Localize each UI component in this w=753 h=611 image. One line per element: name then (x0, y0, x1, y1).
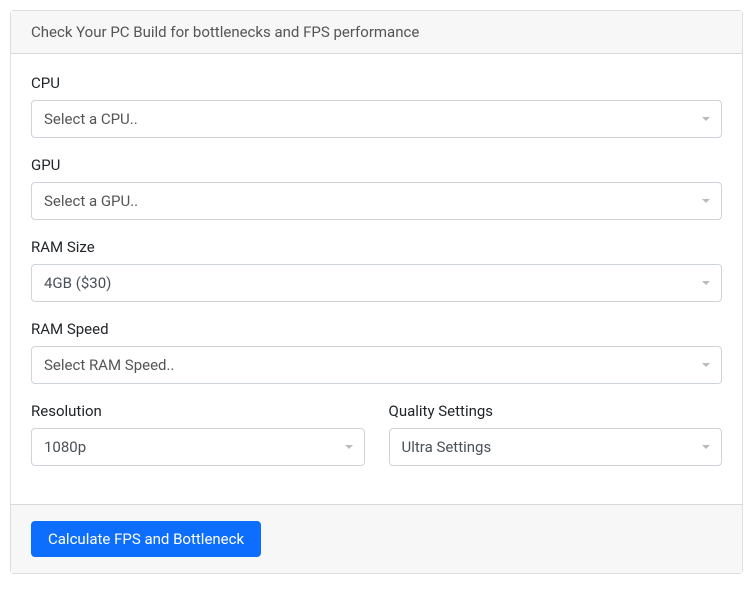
gpu-select-value: Select a GPU.. (44, 192, 138, 210)
quality-select[interactable]: Ultra Settings (389, 428, 723, 466)
gpu-select[interactable]: Select a GPU.. (31, 182, 722, 220)
ram-size-select-value: 4GB ($30) (44, 274, 111, 292)
cpu-select[interactable]: Select a CPU.. (31, 100, 722, 138)
cpu-group: CPU Select a CPU.. (31, 74, 722, 138)
ram-size-select[interactable]: 4GB ($30) (31, 264, 722, 302)
card-title: Check Your PC Build for bottlenecks and … (31, 23, 419, 41)
ram-speed-group: RAM Speed Select RAM Speed.. (31, 320, 722, 384)
resolution-label: Resolution (31, 402, 365, 420)
card-footer: Calculate FPS and Bottleneck (11, 504, 742, 573)
ram-speed-select-value: Select RAM Speed.. (44, 356, 174, 374)
cpu-label: CPU (31, 74, 722, 92)
gpu-group: GPU Select a GPU.. (31, 156, 722, 220)
resolution-quality-row: Resolution 1080p Quality Settings Ultra … (31, 402, 722, 484)
gpu-label: GPU (31, 156, 722, 174)
calculate-button[interactable]: Calculate FPS and Bottleneck (31, 521, 261, 557)
quality-select-value: Ultra Settings (402, 438, 492, 456)
resolution-select-value: 1080p (44, 438, 86, 456)
bottleneck-card: Check Your PC Build for bottlenecks and … (10, 10, 743, 574)
card-header: Check Your PC Build for bottlenecks and … (11, 11, 742, 54)
card-body: CPU Select a CPU.. GPU Select a GPU.. RA… (11, 54, 742, 504)
quality-label: Quality Settings (389, 402, 723, 420)
ram-size-label: RAM Size (31, 238, 722, 256)
ram-size-group: RAM Size 4GB ($30) (31, 238, 722, 302)
resolution-group: Resolution 1080p (31, 402, 365, 466)
quality-group: Quality Settings Ultra Settings (389, 402, 723, 466)
ram-speed-select[interactable]: Select RAM Speed.. (31, 346, 722, 384)
ram-speed-label: RAM Speed (31, 320, 722, 338)
resolution-select[interactable]: 1080p (31, 428, 365, 466)
cpu-select-value: Select a CPU.. (44, 110, 138, 128)
